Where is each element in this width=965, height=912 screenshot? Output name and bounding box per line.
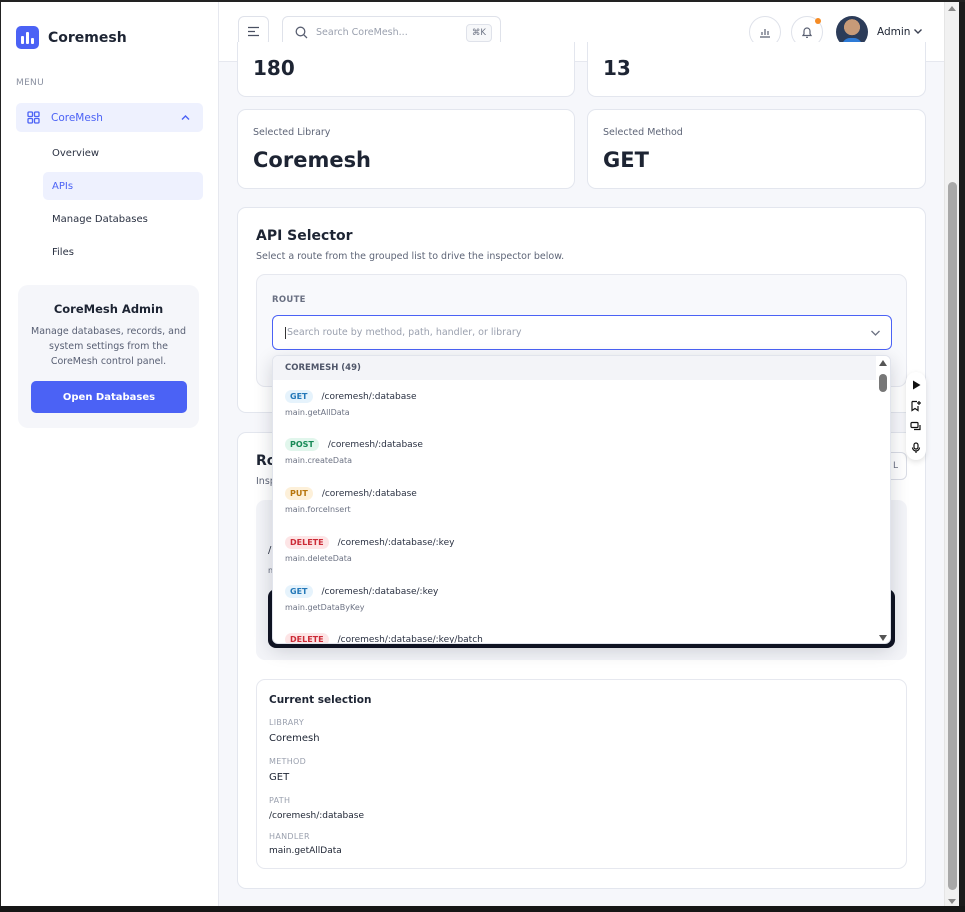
selected-method-label: Selected Method [603, 127, 683, 138]
route-handler: main.getDataByKey [285, 603, 365, 612]
chevron-up-icon[interactable] [180, 112, 191, 123]
brand[interactable]: Coremesh [16, 26, 127, 49]
keyboard-shortcut-badge: ⌘K [465, 24, 492, 42]
method-badge: DELETE [285, 633, 329, 643]
bell-icon [801, 26, 813, 38]
selected-method-value: GET [603, 148, 649, 172]
brand-name: Coremesh [48, 29, 127, 46]
sidebar-item-label: CoreMesh [51, 111, 103, 124]
chevron-down-icon[interactable] [913, 27, 923, 36]
sidebar-item-overview[interactable]: Overview [43, 139, 203, 167]
stat-card-count: 13 [587, 42, 926, 97]
admin-card-description: Manage databases, records, and system se… [31, 326, 186, 367]
scroll-thumb[interactable] [948, 182, 957, 890]
selected-library-label: Selected Library [253, 127, 331, 138]
window-bottom-edge [0, 906, 965, 912]
handler-value: main.getAllData [269, 846, 342, 856]
sidebar: Coremesh MENU CoreMesh Overview APIs Man… [1, 2, 219, 906]
menu-label: MENU [16, 78, 44, 88]
scroll-thumb[interactable] [879, 374, 887, 392]
method-badge: GET [285, 390, 313, 403]
route-option[interactable]: DELETE/coremesh/:database/:key/batch [285, 633, 865, 644]
notification-dot [815, 18, 821, 24]
stat-value: 180 [253, 56, 295, 80]
route-search-placeholder: Search route by method, path, handler, o… [287, 327, 522, 338]
current-selection-card: Current selection LIBRARY Coremesh METHO… [256, 679, 907, 869]
selected-method-card: Selected Method GET [587, 109, 926, 189]
method-label: METHOD [269, 757, 307, 766]
route-path: /coremesh/:database/:key [321, 586, 439, 597]
open-databases-button[interactable]: Open Databases [31, 381, 187, 413]
method-badge: PUT [285, 487, 313, 500]
scroll-down-icon[interactable] [879, 635, 887, 641]
group-label: COREMESH (49) [285, 363, 361, 373]
stat-card-total: 180 [237, 42, 575, 97]
route-handler: main.deleteData [285, 554, 352, 563]
route-dropdown[interactable]: COREMESH (49) GET/coremesh/:database mai… [272, 355, 891, 644]
group-header [273, 356, 877, 380]
chat-icon[interactable] [910, 421, 922, 433]
route-path: /coremesh/:database [321, 488, 417, 499]
method-badge: GET [285, 585, 313, 598]
route-path: /coremesh/:database/:key/batch [337, 634, 483, 644]
method-badge: DELETE [285, 536, 329, 549]
play-icon[interactable] [910, 379, 922, 391]
admin-card: CoreMesh Admin Manage databases, records… [18, 285, 199, 428]
window-edge [959, 2, 965, 906]
stat-value: 13 [603, 56, 631, 80]
brand-logo-icon [16, 26, 39, 49]
path-label: PATH [269, 796, 291, 805]
api-selector-title: API Selector [256, 228, 353, 244]
route-option[interactable]: POST/coremesh/:database main.createData [285, 438, 865, 478]
bookmark-add-icon[interactable] [910, 400, 922, 412]
menu-icon [248, 26, 259, 37]
scroll-down-icon[interactable] [948, 899, 956, 904]
chevron-down-icon[interactable] [870, 328, 881, 338]
method-badge: POST [285, 438, 319, 451]
sidebar-item-manage-databases[interactable]: Manage Databases [43, 205, 203, 233]
app-window: Coremesh MENU CoreMesh Overview APIs Man… [0, 0, 965, 906]
api-selector-description: Select a route from the grouped list to … [256, 251, 565, 262]
route-search-input[interactable]: Search route by method, path, handler, o… [272, 315, 892, 350]
route-option[interactable]: GET/coremesh/:database/:key main.getData… [285, 585, 865, 625]
sidebar-item-files[interactable]: Files [43, 238, 203, 266]
admin-card-title: CoreMesh Admin [53, 302, 164, 316]
grid-icon [27, 111, 40, 124]
route-path: /coremesh/:database [321, 391, 417, 402]
method-value: GET [269, 772, 290, 783]
route-label: ROUTE [272, 295, 306, 305]
microphone-icon[interactable] [910, 442, 922, 454]
scroll-up-icon[interactable] [948, 6, 956, 11]
request-path-text: / [268, 545, 272, 556]
library-label: LIBRARY [269, 718, 305, 727]
route-handler: main.createData [285, 456, 353, 465]
path-value: /coremesh/:database [269, 811, 365, 821]
bar-chart-icon [760, 28, 770, 38]
floating-toolbar [906, 372, 926, 460]
sidebar-item-apis[interactable]: APIs [43, 172, 203, 200]
text-caret [285, 326, 286, 339]
search-icon [295, 26, 308, 38]
route-handler: main.forceInsert [285, 505, 351, 514]
route-path: /coremesh/:database/:key [337, 537, 455, 548]
search-placeholder: Search CoreMesh... [316, 26, 408, 38]
selected-library-card: Selected Library Coremesh [237, 109, 575, 189]
route-option[interactable]: DELETE/coremesh/:database/:key main.dele… [285, 536, 865, 576]
selected-library-value: Coremesh [253, 148, 372, 172]
route-path: /coremesh/:database [327, 439, 423, 450]
handler-label: HANDLER [269, 832, 310, 841]
route-handler: main.getAllData [285, 408, 350, 417]
sidebar-item-coremesh[interactable]: CoreMesh [16, 103, 203, 132]
page-scrollbar[interactable] [944, 2, 959, 906]
dropdown-scrollbar[interactable] [876, 356, 890, 643]
current-selection-title: Current selection [269, 694, 372, 706]
route-option[interactable]: GET/coremesh/:database main.getAllData [285, 390, 865, 430]
library-value: Coremesh [269, 733, 320, 744]
scroll-up-icon[interactable] [879, 360, 887, 366]
route-option[interactable]: PUT/coremesh/:database main.forceInsert [285, 487, 865, 527]
user-name[interactable]: Admin [877, 26, 910, 38]
